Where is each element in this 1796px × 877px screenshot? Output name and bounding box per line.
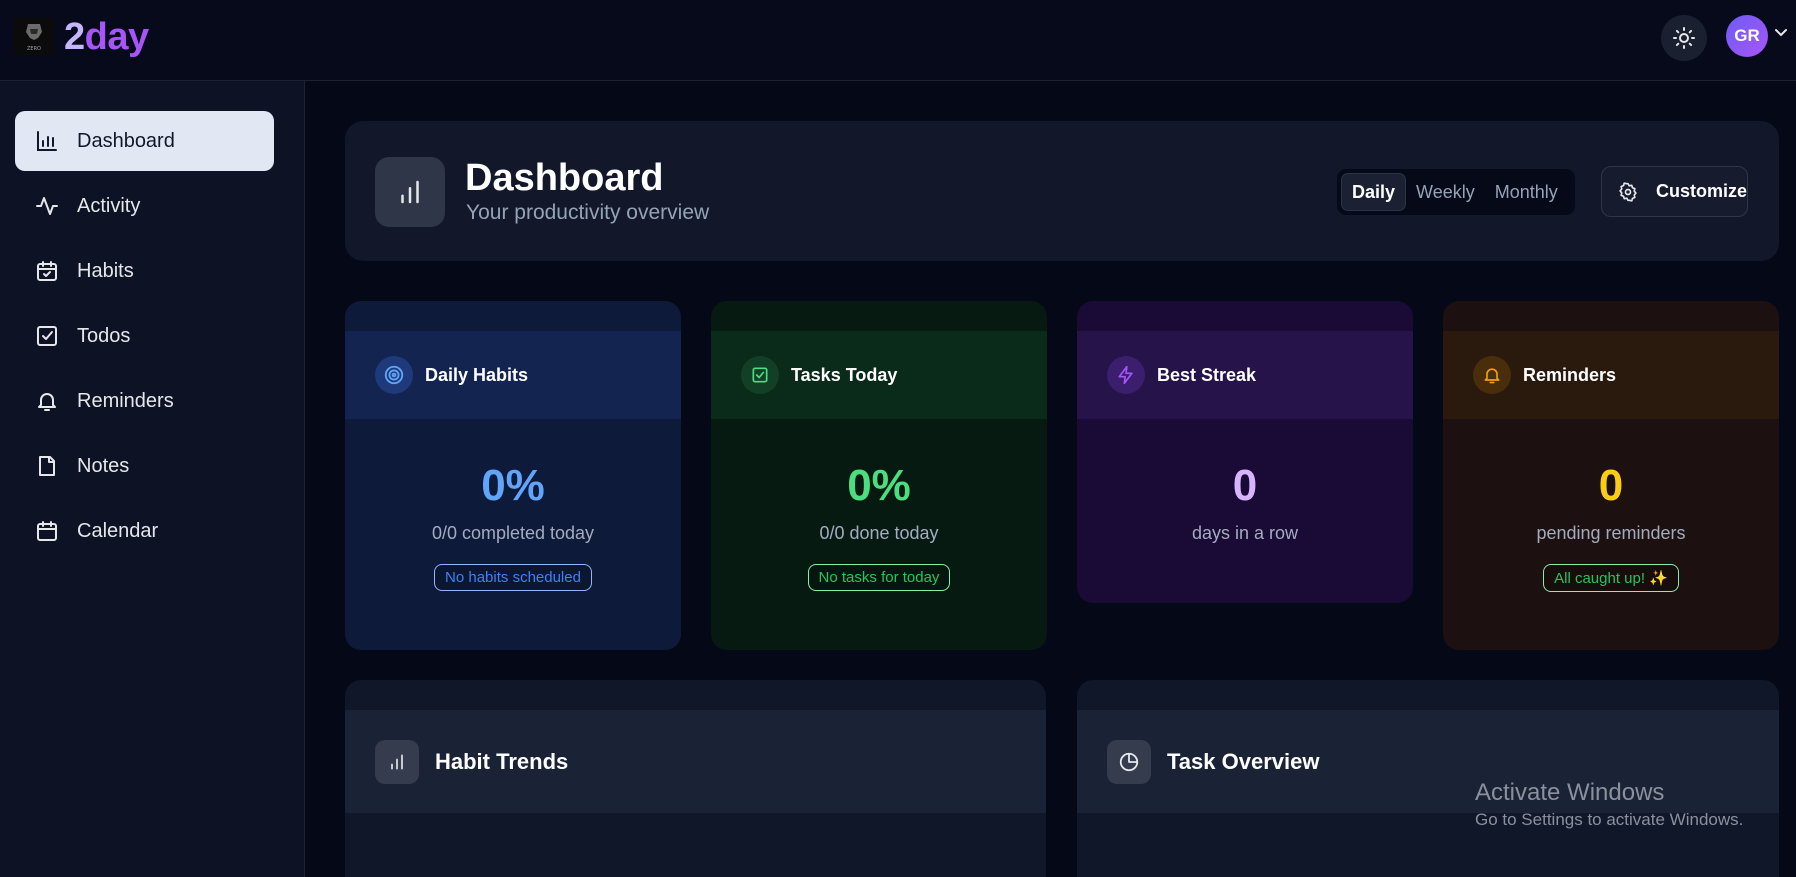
sidebar: Dashboard Activity Habits Todos Reminder…	[0, 81, 305, 877]
panel-header: Habit Trends	[345, 710, 1046, 813]
stat-badge-wrap: No habits scheduled	[345, 564, 681, 591]
logo-emblem-icon: ZERO	[26, 24, 42, 52]
dashboard-header: Dashboard Your productivity overview Dai…	[345, 121, 1779, 261]
stat-description: 0/0 completed today	[431, 523, 595, 543]
stat-value: 0%	[847, 461, 911, 510]
sidebar-item-label: Notes	[77, 454, 130, 477]
tab-daily[interactable]: Daily	[1341, 173, 1407, 211]
check-square-icon	[752, 367, 768, 383]
watermark-title: Activate Windows	[1475, 779, 1665, 806]
sidebar-item-label: Todos	[77, 324, 131, 347]
page-title: Dashboard	[465, 157, 664, 199]
status-badge: All caught up! ✨	[1543, 564, 1679, 592]
stat-card-header: Daily Habits	[345, 331, 681, 419]
file-icon	[39, 456, 55, 476]
logo-image[interactable]: ZERO	[14, 17, 54, 55]
stat-value: 0	[1598, 461, 1624, 510]
customize-label: Customize	[1655, 181, 1747, 201]
stat-icon-box	[741, 356, 779, 394]
activity-icon	[36, 197, 58, 215]
stat-card-tasks-today[interactable]: Tasks Today 0% 0/0 done today No tasks f…	[711, 301, 1047, 650]
stat-icon-box	[375, 356, 413, 394]
checkbox-icon	[37, 326, 57, 346]
bell-icon	[38, 393, 56, 411]
theme-toggle-button[interactable]	[1661, 15, 1707, 61]
stat-card-reminders[interactable]: Reminders 0 pending reminders All caught…	[1443, 301, 1779, 650]
sidebar-item-dashboard[interactable]: Dashboard	[15, 111, 274, 171]
calendar-check-icon	[37, 261, 57, 281]
lightning-icon	[1118, 365, 1133, 385]
sidebar-item-notes[interactable]: Notes	[15, 436, 274, 496]
sidebar-item-label: Calendar	[77, 519, 159, 542]
stat-card-daily-habits[interactable]: Daily Habits 0% 0/0 completed today No h…	[345, 301, 681, 650]
stat-card-best-streak[interactable]: Best Streak 0 days in a row	[1077, 301, 1413, 603]
activate-windows-watermark: Activate Windows Go to Settings to activ…	[1475, 779, 1743, 830]
watermark-subtitle: Go to Settings to activate Windows.	[1475, 810, 1744, 829]
bar-chart-icon	[37, 131, 57, 151]
sun-icon	[1673, 27, 1695, 49]
panel-icon-box	[1107, 739, 1151, 784]
stat-card-header: Best Streak	[1077, 331, 1413, 419]
chevron-down-icon[interactable]	[1774, 28, 1788, 38]
header-icon-box	[375, 157, 445, 227]
panel-title: Task Overview	[1167, 748, 1320, 774]
logo-image-text: ZERO	[27, 46, 41, 52]
period-selector: Daily Weekly Monthly	[1337, 169, 1575, 215]
stat-icon-box	[1473, 356, 1511, 394]
stat-label: Daily Habits	[425, 364, 529, 385]
sidebar-item-label: Habits	[77, 259, 134, 282]
stat-label: Tasks Today	[791, 364, 898, 385]
sidebar-item-label: Activity	[77, 194, 141, 217]
panel-title: Habit Trends	[435, 748, 569, 774]
panel-icon-box	[375, 739, 419, 784]
status-badge: No habits scheduled	[434, 564, 592, 591]
habit-trends-panel: Habit Trends	[345, 680, 1046, 877]
stat-value: 0	[1232, 461, 1258, 510]
sidebar-item-label: Reminders	[77, 389, 174, 412]
stat-badge-wrap: All caught up! ✨	[1443, 564, 1779, 592]
sidebar-item-habits[interactable]: Habits	[15, 241, 274, 301]
gear-icon	[1619, 181, 1637, 202]
status-badge: No tasks for today	[807, 564, 951, 591]
customize-button[interactable]: Customize	[1601, 166, 1748, 217]
stat-label: Reminders	[1523, 364, 1617, 385]
page-subtitle: Your productivity overview	[466, 201, 710, 224]
sidebar-item-calendar[interactable]: Calendar	[15, 501, 274, 561]
top-bar: ZERO 2day GR	[0, 0, 1796, 81]
stat-description: pending reminders	[1536, 523, 1686, 543]
target-icon	[384, 365, 404, 385]
stat-description: days in a row	[1191, 523, 1299, 543]
sidebar-item-activity[interactable]: Activity	[15, 176, 274, 236]
logo-text-digit: 2	[64, 16, 85, 58]
tab-monthly[interactable]: Monthly	[1485, 173, 1568, 211]
stat-description: 0/0 done today	[819, 523, 939, 543]
stat-label: Best Streak	[1157, 364, 1257, 385]
app-logo-text[interactable]: 2day	[64, 16, 149, 59]
stat-card-header: Tasks Today	[711, 331, 1047, 419]
logo-text-word: day	[84, 16, 149, 58]
bell-icon	[1484, 368, 1500, 384]
sidebar-item-label: Dashboard	[77, 129, 175, 152]
stat-value: 0%	[481, 461, 545, 510]
bar-chart-icon	[401, 180, 419, 204]
calendar-icon	[37, 521, 57, 541]
tab-weekly[interactable]: Weekly	[1406, 173, 1485, 211]
sidebar-item-reminders[interactable]: Reminders	[15, 371, 274, 431]
stat-badge-wrap: No tasks for today	[711, 564, 1047, 591]
stat-card-header: Reminders	[1443, 331, 1779, 419]
sidebar-item-todos[interactable]: Todos	[15, 306, 274, 366]
stat-icon-box	[1107, 356, 1145, 394]
user-avatar[interactable]: GR	[1726, 15, 1768, 57]
pie-chart-icon	[1119, 752, 1139, 771]
bar-chart-icon	[391, 754, 403, 769]
